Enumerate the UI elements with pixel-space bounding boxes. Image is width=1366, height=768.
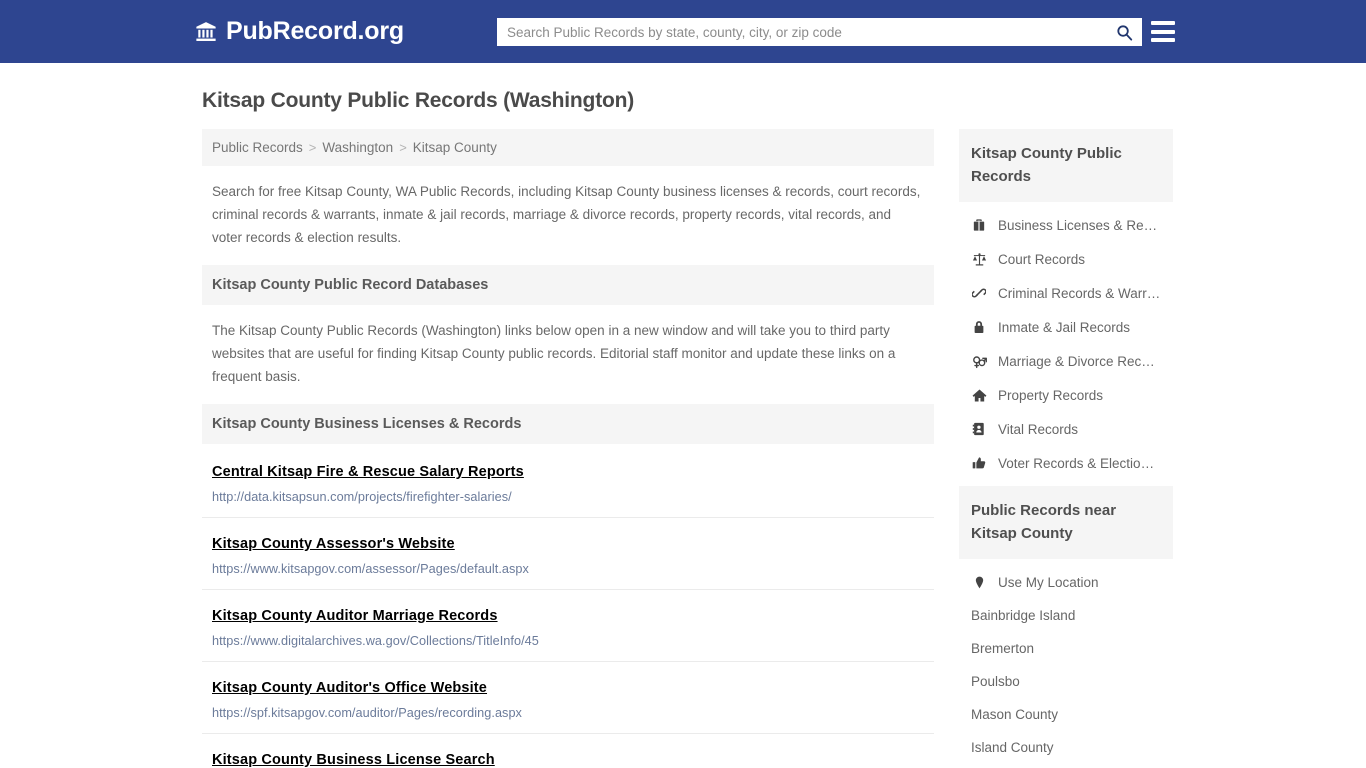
breadcrumb-item-public-records[interactable]: Public Records	[212, 140, 303, 155]
breadcrumb-item-kitsap-county[interactable]: Kitsap County	[413, 140, 497, 155]
sidebar-item-bainbridge-island[interactable]: Bainbridge Island	[959, 599, 1173, 632]
sidebar-item-vital-records[interactable]: Vital Records	[959, 412, 1173, 446]
sidebar-item-island-county[interactable]: Island County	[959, 731, 1173, 764]
brand-name: PubRecord.org	[226, 17, 404, 45]
sidebar-item-label: Voter Records & Election R…	[998, 455, 1161, 471]
record-link-title[interactable]: Kitsap County Assessor's Website	[212, 536, 455, 552]
record-link-title[interactable]: Kitsap County Auditor Marriage Records	[212, 608, 498, 624]
sidebar-item-use-my-location[interactable]: Use My Location	[959, 565, 1173, 599]
bank-icon	[195, 21, 217, 43]
sidebar-item-label: Criminal Records & Warrants	[998, 285, 1161, 301]
sidebar-heading-nearby: Public Records near Kitsap County	[959, 486, 1173, 559]
section-heading-business-licenses: Kitsap County Business Licenses & Record…	[202, 404, 934, 444]
hamburger-menu-icon[interactable]	[1151, 21, 1175, 42]
record-link-url[interactable]: https://www.kitsapgov.com/assessor/Pages…	[212, 562, 924, 576]
sidebar-nearby-box: Public Records near Kitsap County Use My…	[959, 486, 1173, 764]
search-button[interactable]	[1107, 19, 1141, 45]
sidebar-records-box: Kitsap County Public Records Business Li	[959, 129, 1173, 480]
sidebar-item-inmate-jail-records[interactable]: Inmate & Jail Records	[959, 310, 1173, 344]
sidebar-item-poulsbo[interactable]: Poulsbo	[959, 665, 1173, 698]
sidebar-item-criminal-records[interactable]: Criminal Records & Warrants	[959, 276, 1173, 310]
breadcrumb-item-washington[interactable]: Washington	[322, 140, 393, 155]
sidebar-item-label: Property Records	[998, 387, 1104, 403]
lock-icon	[971, 319, 987, 335]
sidebar-item-label: Mason County	[971, 707, 1059, 722]
search-bar[interactable]	[497, 18, 1142, 46]
sidebar-item-label: Use My Location	[998, 574, 1099, 590]
briefcase-icon	[971, 217, 987, 233]
record-link-url[interactable]: https://spf.kitsapgov.com/auditor/Pages/…	[212, 706, 924, 720]
sidebar-item-voter-records[interactable]: Voter Records & Election R…	[959, 446, 1173, 480]
intro-paragraph: Search for free Kitsap County, WA Public…	[212, 184, 921, 245]
sidebar-item-label: Bainbridge Island	[971, 608, 1076, 623]
breadcrumb-separator-icon: >	[308, 140, 317, 155]
list-item: Central Kitsap Fire & Rescue Salary Repo…	[202, 446, 934, 518]
page-title: Kitsap County Public Records (Washington…	[202, 89, 635, 112]
sidebar-item-label: Business Licenses & Records	[998, 217, 1161, 233]
section-heading-databases: Kitsap County Public Record Databases	[202, 265, 934, 305]
record-link-title[interactable]: Kitsap County Auditor's Office Website	[212, 680, 487, 696]
record-link-title[interactable]: Central Kitsap Fire & Rescue Salary Repo…	[212, 464, 524, 480]
sidebar-item-court-records[interactable]: Court Records	[959, 242, 1173, 276]
sidebar-nearby-list: Use My Location Bainbridge Island Bremer…	[959, 559, 1173, 764]
venus-mars-icon	[971, 353, 987, 369]
sidebar-item-label: Vital Records	[998, 421, 1079, 437]
sidebar-item-bremerton[interactable]: Bremerton	[959, 632, 1173, 665]
sidebar-heading-records: Kitsap County Public Records	[959, 129, 1173, 202]
list-item: Kitsap County Business License Search ht…	[202, 734, 934, 768]
sidebar-item-marriage-divorce-records[interactable]: Marriage & Divorce Records	[959, 344, 1173, 378]
sidebar-item-label: Island County	[971, 740, 1054, 755]
sidebar-item-mason-county[interactable]: Mason County	[959, 698, 1173, 731]
breadcrumb: Public Records > Washington > Kitsap Cou…	[202, 129, 934, 166]
search-icon	[1116, 24, 1133, 41]
brand-logo-link[interactable]: PubRecord.org	[195, 19, 404, 44]
list-item: Kitsap County Assessor's Website https:/…	[202, 518, 934, 590]
sidebar-item-label: Inmate & Jail Records	[998, 319, 1131, 335]
scales-of-justice-icon	[971, 251, 987, 267]
list-item: Kitsap County Auditor's Office Website h…	[202, 662, 934, 734]
sidebar-item-label: Bremerton	[971, 641, 1035, 656]
content-container: Kitsap County Public Records (Washington…	[193, 89, 1173, 768]
id-card-icon	[971, 421, 987, 437]
page-body: Kitsap County Public Records (Washington…	[0, 63, 1366, 768]
sidebar-item-label: Court Records	[998, 251, 1086, 267]
sidebar-item-label: Marriage & Divorce Records	[998, 353, 1161, 369]
sidebar: Kitsap County Public Records Business Li	[943, 129, 1173, 768]
two-column-layout: Public Records > Washington > Kitsap Cou…	[193, 129, 1173, 768]
list-item: Kitsap County Auditor Marriage Records h…	[202, 590, 934, 662]
databases-paragraph: The Kitsap County Public Records (Washin…	[212, 323, 896, 384]
home-icon	[971, 387, 987, 403]
record-link-title[interactable]: Kitsap County Business License Search	[212, 752, 495, 768]
sidebar-item-property-records[interactable]: Property Records	[959, 378, 1173, 412]
record-link-list: Central Kitsap Fire & Rescue Salary Repo…	[202, 446, 934, 768]
handcuffs-icon	[971, 285, 987, 301]
record-link-url[interactable]: https://www.digitalarchives.wa.gov/Colle…	[212, 634, 924, 648]
main-column: Public Records > Washington > Kitsap Cou…	[193, 129, 943, 768]
site-header: PubRecord.org	[0, 0, 1366, 63]
record-link-url[interactable]: http://data.kitsapsun.com/projects/firef…	[212, 490, 924, 504]
map-pin-icon	[971, 574, 987, 590]
search-input[interactable]	[498, 19, 1107, 45]
sidebar-records-list: Business Licenses & Records Court Record…	[959, 202, 1173, 480]
sidebar-item-business-licenses[interactable]: Business Licenses & Records	[959, 208, 1173, 242]
sidebar-item-label: Poulsbo	[971, 674, 1020, 689]
thumbs-up-icon	[971, 455, 987, 471]
breadcrumb-separator-icon: >	[399, 140, 407, 155]
